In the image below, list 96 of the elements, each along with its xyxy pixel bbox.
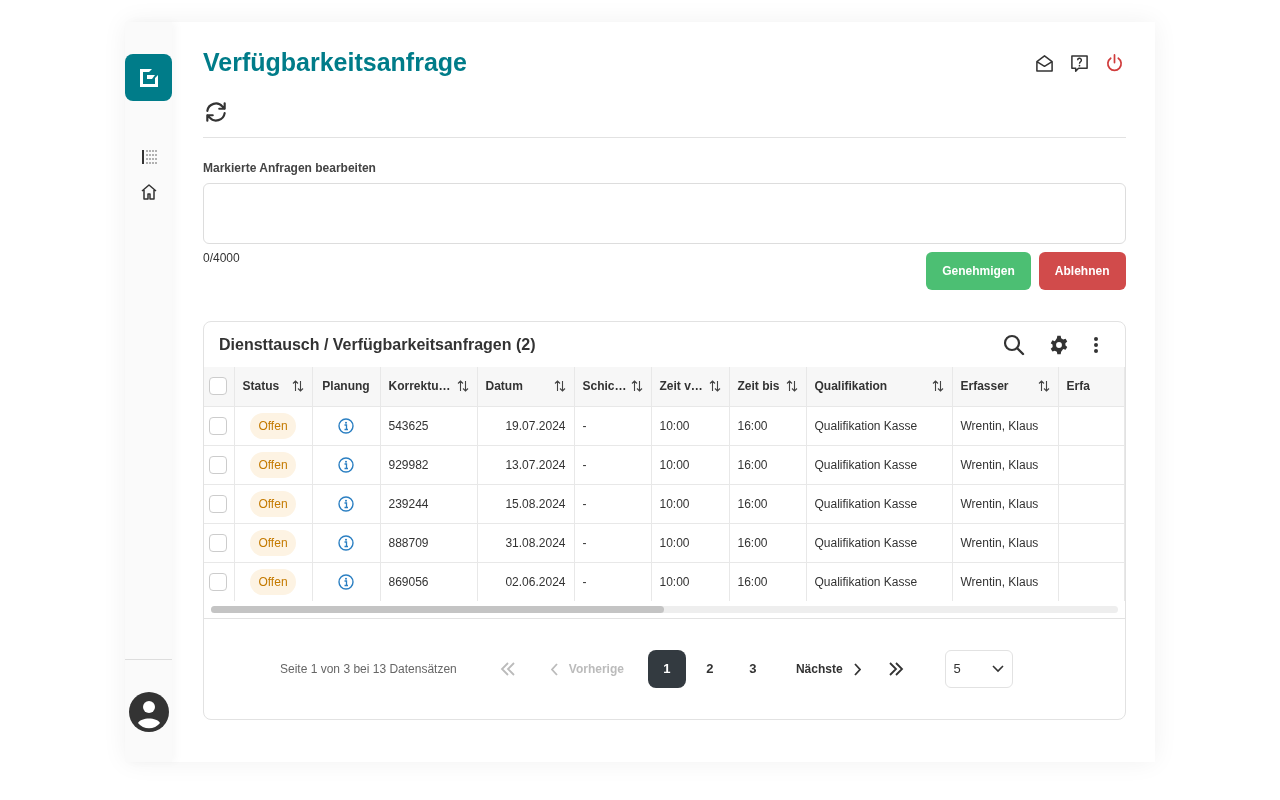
table-cell: 10:00 [651,523,729,562]
character-counter: 0/4000 [203,250,240,267]
table-cell: 16:00 [729,484,806,523]
table-cell: Wrentin, Klaus [952,523,1058,562]
table-cell: 10:00 [651,406,729,445]
table-cell: Wrentin, Klaus [952,445,1058,484]
sort-icon[interactable] [553,380,566,393]
info-icon[interactable] [338,456,354,473]
home-icon[interactable] [139,183,158,201]
sort-icon[interactable] [708,380,721,393]
table-cell: 15.08.2024 [477,484,574,523]
search-icon[interactable] [1002,333,1025,356]
field-label: Markierte Anfragen bearbeiten [203,160,377,177]
sort-icon[interactable] [1037,380,1050,393]
table-cell: Wrentin, Klaus [952,562,1058,601]
chevron-down-icon [991,665,1004,673]
table-cell: 10:00 [651,562,729,601]
sort-icon[interactable] [785,380,798,393]
table-cell: Qualifikation Kasse [806,562,952,601]
table-cell: Qualifikation Kasse [806,445,952,484]
chevron-right-icon [852,662,861,676]
settings-icon[interactable] [1048,334,1069,355]
table-cell: Wrentin, Klaus [952,406,1058,445]
table-cell: 869056 [380,562,477,601]
chevron-left-icon [550,662,559,676]
column-header[interactable]: Erfasser [960,377,1009,396]
table-cell: - [574,484,651,523]
page-button[interactable]: 3 [733,650,772,688]
table-cell: 16:00 [729,523,806,562]
column-header[interactable]: Erfa [1066,377,1090,396]
table-cell: 929982 [380,445,477,484]
power-icon[interactable] [1104,53,1124,73]
table-cell: 888709 [380,523,477,562]
sort-icon[interactable] [931,380,944,393]
info-icon[interactable] [338,417,354,434]
double-chevron-right-icon [887,662,904,676]
table-cell: 10:00 [651,484,729,523]
status-badge: Offen [250,529,296,556]
user-avatar-icon[interactable] [128,692,169,732]
table-cell: 31.08.2024 [477,523,574,562]
table-cell: 02.06.2024 [477,562,574,601]
table-cell: - [574,445,651,484]
checkbox[interactable] [209,377,227,396]
page-button[interactable]: 1 [647,650,686,688]
help-icon[interactable] [1069,53,1089,73]
column-header[interactable]: Korrektu… [388,377,451,396]
table-cell: 16:00 [729,406,806,445]
next-button[interactable]: Nächste [795,660,861,678]
more-options-icon[interactable] [1092,335,1099,354]
table-cell: - [574,523,651,562]
column-header[interactable]: Planung [320,377,372,396]
info-icon[interactable] [338,573,354,590]
info-icon[interactable] [338,534,354,551]
status-badge: Offen [250,412,296,439]
grid-icon[interactable] [140,149,157,165]
column-header[interactable]: Schic… [582,377,627,396]
column-header[interactable]: Datum [485,377,523,396]
table-cell: 10:00 [651,445,729,484]
page-title: Verfügbarkeitsanfrage [203,47,467,79]
checkbox[interactable] [209,533,227,552]
checkbox[interactable] [209,455,227,474]
table-cell: 239244 [380,484,477,523]
page-summary: Seite 1 von 3 bei 13 Datensätzen [280,661,457,678]
checkbox[interactable] [209,416,227,435]
table-cell: - [574,562,651,601]
checkbox[interactable] [209,572,227,591]
column-header[interactable]: Zeit bis [737,377,780,396]
table-cell: Qualifikation Kasse [806,484,952,523]
status-badge: Offen [250,451,296,478]
status-badge: Offen [250,490,296,517]
table-cell: Wrentin, Klaus [952,484,1058,523]
column-header[interactable]: Qualifikation [814,377,888,396]
table-cell: 16:00 [729,562,806,601]
page-size-dropdown[interactable]: 5 [944,650,1013,688]
table-cell: 13.07.2024 [477,445,574,484]
sort-icon[interactable] [291,380,304,393]
double-chevron-left-icon [499,662,516,676]
sort-icon[interactable] [456,380,469,393]
checkbox[interactable] [209,494,227,513]
table-cell: 16:00 [729,445,806,484]
page-button[interactable]: 2 [690,650,729,688]
reject-button[interactable]: Ablehnen [1038,252,1126,290]
table-cell: 543625 [380,406,477,445]
table-cell: - [574,406,651,445]
table-cell: 19.07.2024 [477,406,574,445]
sort-icon[interactable] [630,380,643,393]
info-icon[interactable] [338,495,354,512]
table-cell: Qualifikation Kasse [806,406,952,445]
column-header[interactable]: Status [242,377,280,396]
status-badge: Offen [250,568,296,595]
app-logo[interactable] [125,54,172,101]
column-header[interactable]: Zeit v… [659,377,703,396]
refresh-icon[interactable] [203,99,229,125]
envelope-icon[interactable] [1034,53,1054,73]
table-title: Diensttausch / Verfügbarkeitsanfragen (2) [219,334,536,355]
table-cell: Qualifikation Kasse [806,523,952,562]
